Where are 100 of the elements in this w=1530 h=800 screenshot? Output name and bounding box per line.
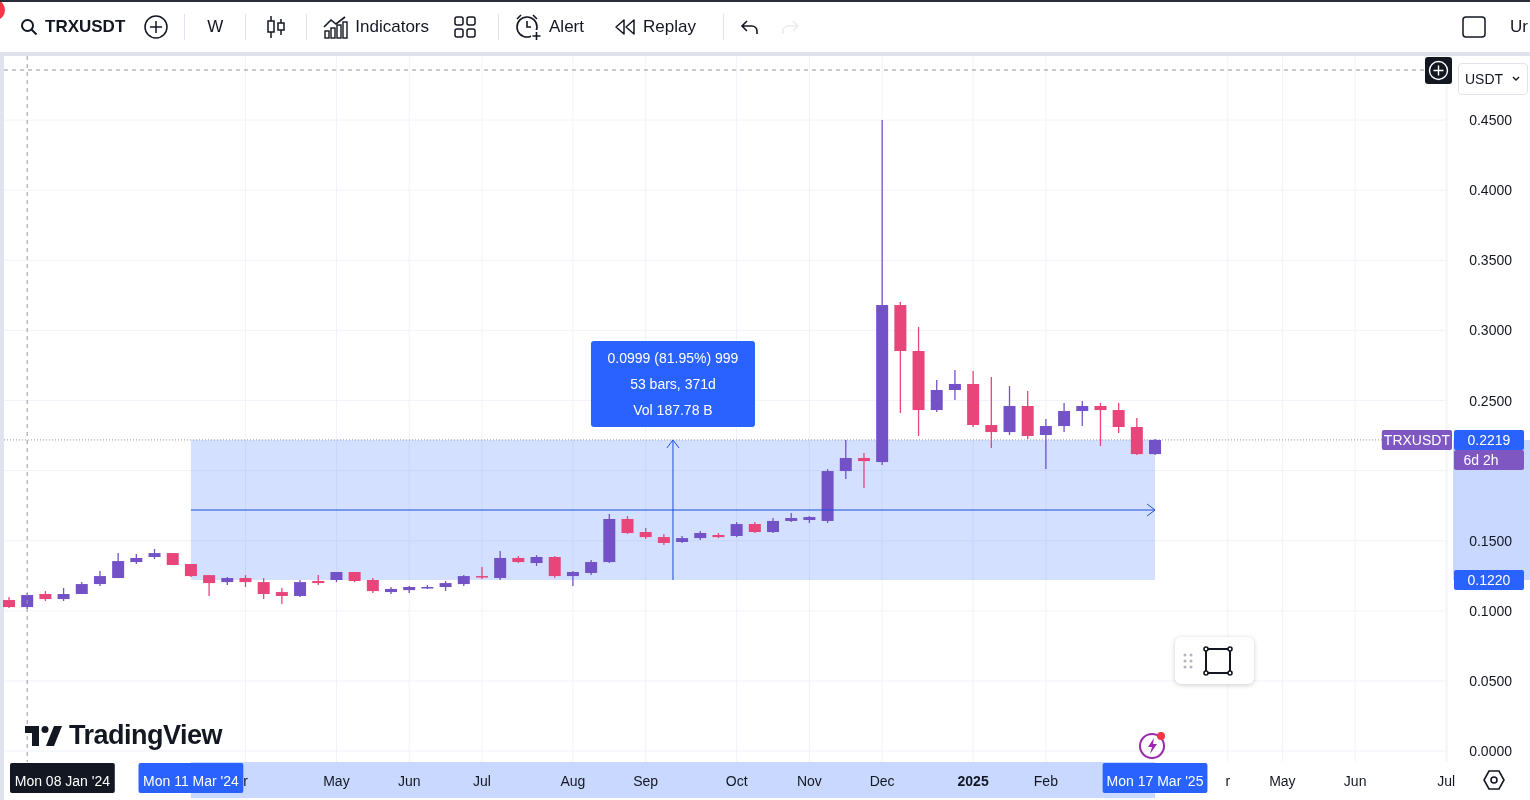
candle — [748, 521, 761, 534]
candle — [385, 586, 397, 595]
price-tag: 0.2219 — [1454, 429, 1524, 450]
price-tag: 0.1220 — [1454, 570, 1524, 590]
time-label: Jul — [1437, 773, 1456, 789]
candle — [148, 548, 161, 560]
plus-circle-icon — [1428, 60, 1449, 81]
candle — [967, 370, 980, 428]
candle — [330, 571, 343, 583]
candle — [1058, 402, 1071, 433]
candle — [839, 439, 852, 480]
rewind-icon — [614, 18, 636, 36]
time-label: Dec — [869, 773, 895, 789]
candle — [712, 532, 725, 539]
alert-button[interactable]: Alert — [505, 8, 593, 46]
candle — [475, 566, 488, 580]
tooltip-text: 0.0999 (81.95%) 999 — [607, 349, 739, 366]
candle — [130, 553, 143, 565]
logo-text: TradingView — [69, 720, 223, 751]
candle — [439, 580, 452, 592]
candle — [403, 585, 416, 594]
candle — [585, 559, 598, 576]
candle — [257, 577, 270, 600]
rectangle-icon[interactable] — [1203, 645, 1233, 676]
price-label: 0.4500 — [1469, 112, 1512, 129]
indicators-button[interactable]: Indicators — [313, 8, 439, 46]
candle — [221, 576, 234, 586]
drag-handle-icon[interactable] — [1183, 652, 1193, 669]
plus-circle-icon — [143, 14, 170, 40]
time-label: Sep — [633, 773, 659, 789]
candle — [603, 513, 616, 564]
lightning-icon[interactable] — [1138, 730, 1168, 760]
candle — [93, 570, 106, 587]
candle — [1076, 400, 1089, 427]
price-label: 0.1500 — [1469, 532, 1512, 549]
time-label: May — [1269, 773, 1296, 789]
candle — [621, 515, 634, 535]
candle — [512, 555, 525, 564]
alarm-clock-icon — [514, 13, 543, 41]
candle — [785, 512, 798, 523]
square-icon — [1461, 14, 1487, 40]
interval-button[interactable]: W — [191, 8, 240, 46]
candle — [1003, 385, 1016, 436]
candle — [730, 521, 743, 538]
date-tag: Mon 11 Mar '24 — [138, 763, 244, 793]
candle — [294, 579, 307, 598]
candle — [75, 581, 88, 595]
chart-bars-icon — [322, 15, 349, 39]
candle — [275, 587, 288, 605]
price-label: 0.0500 — [1469, 672, 1512, 689]
candle — [548, 555, 561, 579]
toolbar-label: Ur — [1509, 17, 1529, 37]
currency-dropdown[interactable]: USDT — [1458, 63, 1528, 95]
time-label: Oct — [725, 773, 748, 789]
candle — [494, 550, 507, 581]
candle — [694, 530, 707, 541]
price-label: 0.0000 — [1469, 743, 1512, 760]
candle — [566, 570, 579, 587]
time-label: Feb — [1033, 773, 1058, 789]
tooltip-text: Vol 187.78 B — [633, 401, 713, 418]
price-label: 0.4000 — [1469, 182, 1512, 199]
candle — [1094, 402, 1107, 447]
candle — [457, 574, 470, 587]
candle — [348, 571, 361, 583]
caret-icon — [1511, 76, 1521, 82]
settings-icon[interactable] — [1483, 769, 1505, 791]
price-label: 0.3500 — [1469, 252, 1512, 269]
candle — [21, 592, 34, 610]
search-icon — [20, 18, 38, 36]
candle — [57, 587, 70, 602]
candle — [657, 533, 670, 546]
time-label: r — [243, 773, 248, 789]
date-tag: Mon 08 Jan '24 — [10, 763, 115, 793]
candle — [530, 554, 543, 567]
add-button[interactable] — [1425, 57, 1452, 84]
candle — [312, 574, 325, 586]
candle — [803, 515, 816, 524]
candle — [112, 552, 125, 579]
candles-icon — [266, 15, 287, 39]
candle — [366, 577, 379, 594]
candle — [1112, 402, 1125, 434]
candle — [676, 535, 689, 544]
candle — [421, 584, 434, 590]
time-label: r — [1225, 773, 1231, 789]
price-label: 0.1000 — [1469, 602, 1512, 619]
candle — [767, 517, 780, 534]
time-label: Jun — [1343, 773, 1367, 789]
date-tag: Mon 17 Mar '25 — [1102, 763, 1208, 793]
symbol-tag: TRXUSDT — [1381, 429, 1452, 450]
time-label: Jun — [397, 773, 421, 789]
time-label: Nov — [796, 773, 822, 789]
candle — [3, 596, 15, 609]
logo-icon — [25, 725, 63, 746]
grid-icon — [454, 16, 477, 38]
replay-button[interactable]: Replay — [605, 8, 705, 46]
candle — [39, 590, 52, 602]
candle — [639, 527, 652, 540]
time-label: 2025 — [957, 773, 989, 789]
symbol-search-button[interactable]: TRXUSDT — [18, 8, 135, 46]
tooltip-text: 53 bars, 371d — [630, 375, 716, 392]
